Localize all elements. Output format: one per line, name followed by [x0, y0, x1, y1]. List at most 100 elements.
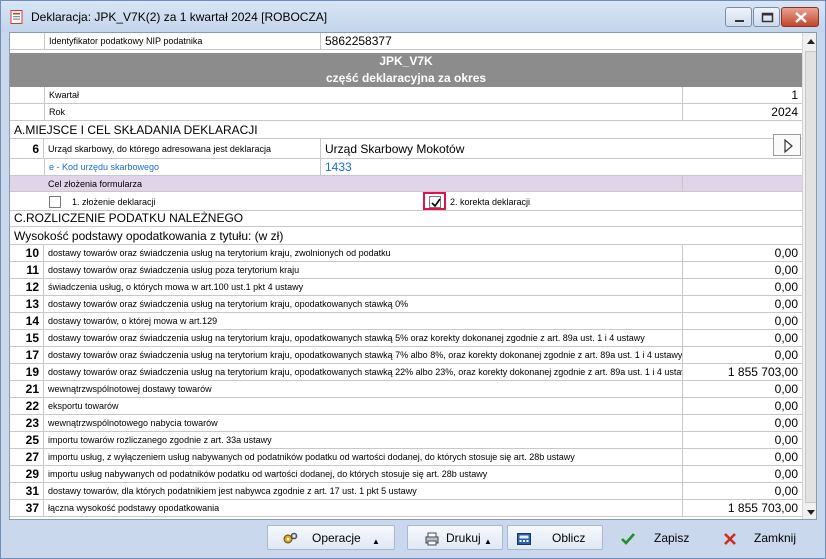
- option-2-label: 2. korekta deklaracji: [450, 197, 531, 207]
- option-1-label: 1. złożenie deklaracji: [72, 197, 156, 207]
- amount-field[interactable]: 0,00: [682, 483, 802, 499]
- amount-field[interactable]: 0,00: [682, 466, 802, 482]
- maximize-button[interactable]: [753, 7, 780, 27]
- section-c-title: C.ROZLICZENIE PODATKU NALEŻNEGO: [10, 209, 802, 227]
- tax-office-field[interactable]: Urząd Skarbowy Mokotów: [320, 139, 770, 158]
- row-number: 12: [10, 279, 44, 295]
- amount-field[interactable]: 0,00: [682, 245, 802, 261]
- declaration-form: Identyfikator podatkowy NIP podatnika 58…: [9, 32, 817, 520]
- amount-field[interactable]: 1 855 703,00: [682, 500, 802, 516]
- amount-field[interactable]: 0,00: [682, 432, 802, 448]
- amount-field[interactable]: 1 855 703,00: [682, 364, 802, 380]
- calculator-icon: [517, 533, 531, 545]
- row-label: dostawy towarów, o której mowa w art.129: [48, 316, 218, 326]
- drukuj-button[interactable]: Drukuj ▲: [407, 525, 503, 550]
- form-header: JPK_V7K część deklaracyjna za okres: [10, 53, 802, 87]
- row-label: importu usług nabywanych od podatników p…: [48, 469, 488, 479]
- row-number: 22: [10, 398, 44, 414]
- section-c-subtitle: Wysokość podstawy opodatkowania z tytułu…: [10, 227, 802, 245]
- row-number: 25: [10, 432, 44, 448]
- row-label: eksportu towarów: [48, 401, 119, 411]
- close-window-button[interactable]: [781, 7, 819, 27]
- amount-row: 23 wewnątrzwspólnotowego nabycia towarów 0…: [10, 415, 802, 432]
- option-1-checkbox[interactable]: [49, 196, 61, 208]
- zapisz-button[interactable]: Zapisz: [611, 525, 707, 550]
- row-number: 27: [10, 449, 44, 465]
- amount-field[interactable]: 0,00: [682, 279, 802, 295]
- row-number: 19: [10, 364, 44, 380]
- declaration-window: Deklaracja: JPK_V7K(2) za 1 kwartał 2024…: [0, 0, 826, 559]
- row-label: dostawy towarów oraz świadczenia usług n…: [48, 350, 682, 360]
- action-bar: Operacje ▲ Drukuj ▲ Oblicz Zapisz Zamkni…: [1, 522, 825, 558]
- operacje-label: Operacje: [312, 531, 361, 545]
- amount-field[interactable]: 0,00: [682, 347, 802, 363]
- scroll-down-icon[interactable]: [804, 505, 817, 519]
- row-number: 13: [10, 296, 44, 312]
- row-label: dostawy towarów oraz świadczenia usług p…: [48, 265, 300, 275]
- amount-field[interactable]: 0,00: [682, 330, 802, 346]
- kwartal-row: Kwartał 1: [10, 87, 802, 104]
- drukuj-label: Drukuj: [446, 531, 481, 545]
- row-number: 14: [10, 313, 44, 329]
- oblicz-label: Oblicz: [552, 531, 586, 545]
- close-x-icon: [724, 533, 736, 545]
- row-number: 37: [10, 500, 44, 516]
- scroll-thumb[interactable]: [805, 51, 816, 503]
- amount-row: 19 dostawy towarów oraz świadczenia usług…: [10, 364, 802, 381]
- office-code-label: e - Kod urzędu skarbowego: [44, 159, 320, 175]
- tax-office-lookup-button[interactable]: [773, 134, 801, 156]
- rok-row: Rok 2024: [10, 104, 802, 121]
- form-subtitle: część deklaracyjna za okres: [325, 71, 487, 85]
- amount-field[interactable]: 0,00: [682, 381, 802, 397]
- maximize-icon: [761, 12, 774, 23]
- row-label: dostawy towarów oraz świadczenia usług n…: [48, 333, 645, 343]
- rok-field[interactable]: 2024: [682, 104, 802, 120]
- row-number: 10: [10, 245, 44, 261]
- row-number: 15: [10, 330, 44, 346]
- oblicz-button[interactable]: Oblicz: [507, 525, 603, 550]
- amount-row: 11 dostawy towarów oraz świadczenia usług…: [10, 262, 802, 279]
- row-label: dostawy towarów oraz świadczenia usług n…: [48, 299, 409, 309]
- amount-row: 10 dostawy towarów oraz świadczenia usług…: [10, 245, 802, 262]
- vertical-scrollbar[interactable]: [802, 33, 817, 519]
- amount-row: 14 dostawy towarów, o której mowa w art.1…: [10, 313, 802, 330]
- kwartal-field[interactable]: 1: [682, 87, 802, 103]
- minimize-button[interactable]: [725, 7, 752, 27]
- zamknij-button[interactable]: Zamknij: [713, 525, 809, 550]
- nip-field[interactable]: 5862258377: [320, 33, 802, 49]
- caret-up-icon: ▲: [372, 537, 380, 546]
- title-bar[interactable]: Deklaracja: JPK_V7K(2) za 1 kwartał 2024…: [1, 1, 825, 32]
- amount-field[interactable]: 0,00: [682, 398, 802, 414]
- scroll-up-icon[interactable]: [804, 35, 817, 49]
- caret-up-icon: ▲: [484, 537, 492, 546]
- purpose-label: Cel złożenia formularza: [48, 179, 143, 189]
- row-number: 11: [10, 262, 44, 278]
- amount-row: 37 łączna wysokość podstawy opodatkowania…: [10, 500, 802, 517]
- amount-row: 27 importu usług, z wyłączeniem usług nab…: [10, 449, 802, 466]
- row-number: 17: [10, 347, 44, 363]
- nip-row: Identyfikator podatkowy NIP podatnika 58…: [10, 33, 802, 50]
- zamknij-label: Zamknij: [754, 531, 797, 545]
- play-arrow-icon: [784, 138, 793, 154]
- row-label: łączna wysokość podstawy opodatkowania: [48, 503, 220, 513]
- amount-field[interactable]: 0,00: [682, 313, 802, 329]
- amount-field[interactable]: 0,00: [682, 449, 802, 465]
- amount-field[interactable]: 0,00: [682, 296, 802, 312]
- nip-label: Identyfikator podatkowy NIP podatnika: [44, 33, 320, 49]
- amount-row: 29 importu usług nabywanych od podatników…: [10, 466, 802, 483]
- purpose-header-end: [682, 176, 802, 192]
- row-number: 23: [10, 415, 44, 431]
- section-a-title: A.MIEJSCE I CEL SKŁADANIA DEKLARACJI: [10, 121, 802, 139]
- amount-field[interactable]: 0,00: [682, 415, 802, 431]
- operacje-button[interactable]: Operacje ▲: [267, 525, 395, 550]
- checkmark-icon: [621, 533, 635, 545]
- amount-row: 12 świadczenia usług, o których mowa w ar…: [10, 279, 802, 296]
- row-label: dostawy towarów oraz świadczenia usług n…: [48, 367, 682, 377]
- amount-field[interactable]: 0,00: [682, 262, 802, 278]
- office-code-field[interactable]: 1433: [320, 159, 802, 175]
- printer-icon: [425, 532, 439, 546]
- row-number: 21: [10, 381, 44, 397]
- row-number: 29: [10, 466, 44, 482]
- row-label: importu towarów rozliczanego zgodnie z a…: [48, 435, 272, 445]
- row-label: dostawy towarów, dla których podatnikiem…: [48, 486, 417, 496]
